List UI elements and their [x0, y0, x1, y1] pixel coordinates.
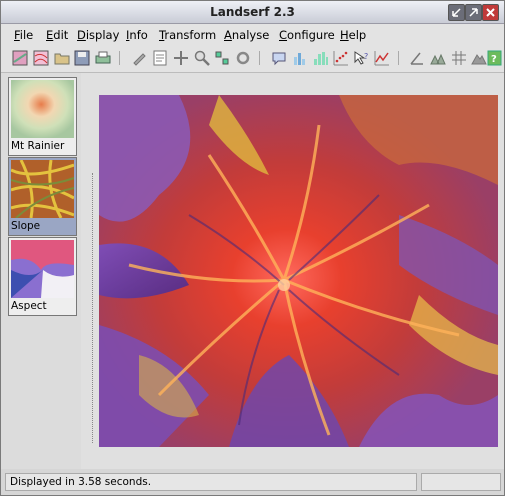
thumbnail-label: Aspect — [11, 300, 47, 312]
menu-analyse[interactable]: Analyse — [224, 28, 269, 42]
slope-thumbnail-image — [11, 160, 74, 218]
menu-help[interactable]: Help — [340, 28, 366, 42]
slope-aspect-map-image — [99, 95, 498, 447]
title-bar: Landserf 2.3 — [1, 1, 504, 24]
menu-info[interactable]: Info — [126, 28, 148, 42]
thumbnail-mt-rainier[interactable]: Mt Rainier — [8, 77, 77, 156]
panel-resize-handle[interactable] — [92, 173, 95, 443]
rotate-icon[interactable] — [234, 49, 252, 67]
menu-file[interactable]: File — [14, 28, 33, 42]
status-message: Displayed in 3.58 seconds. — [10, 476, 152, 488]
thumbnail-slope[interactable]: Slope — [8, 157, 77, 236]
toolbar-separator — [398, 51, 399, 65]
thumbnail-label: Slope — [11, 220, 41, 232]
query-icon[interactable]: ? — [352, 49, 370, 67]
svg-text:?: ? — [491, 54, 497, 65]
bar-chart-icon[interactable] — [291, 49, 309, 67]
grid-icon[interactable] — [450, 49, 468, 67]
toolbar-separator — [259, 51, 260, 65]
aspect-thumbnail-image — [11, 240, 74, 298]
zoom-fit-icon[interactable] — [213, 49, 231, 67]
close-button[interactable] — [482, 4, 499, 21]
scatter-plot-icon[interactable] — [332, 49, 350, 67]
status-secondary — [421, 473, 501, 491]
thumbnail-aspect[interactable]: Aspect — [8, 237, 77, 316]
status-bar: Displayed in 3.58 seconds. — [5, 473, 417, 491]
thumbnail-label: Mt Rainier — [11, 140, 65, 152]
thumbnail-panel: Mt Rainier Slope Aspect — [1, 73, 81, 469]
maximize-button[interactable] — [465, 4, 482, 21]
menu-display[interactable]: Display — [77, 28, 119, 42]
map-canvas[interactable] — [99, 95, 498, 447]
window-title: Landserf 2.3 — [210, 5, 295, 19]
cross-move-icon[interactable] — [172, 49, 190, 67]
menu-configure[interactable]: Configure — [279, 28, 335, 42]
line-graph-icon[interactable] — [373, 49, 391, 67]
save-icon[interactable] — [73, 49, 91, 67]
toolbar-separator — [119, 51, 120, 65]
menu-bar: File Edit Display Info Transform Analyse… — [1, 24, 504, 44]
new-raster-icon[interactable] — [11, 49, 29, 67]
toolbar: ? ? — [1, 44, 504, 73]
minimize-icon — [452, 8, 461, 17]
main-area: Mt Rainier Slope Aspect — [1, 73, 504, 469]
new-vector-icon[interactable] — [32, 49, 50, 67]
close-icon — [486, 8, 495, 17]
edit-text-icon[interactable] — [151, 49, 169, 67]
app-window: Landserf 2.3 File Edit Display Info Tran… — [0, 0, 505, 496]
menu-transform[interactable]: Transform — [159, 28, 216, 42]
zoom-icon[interactable] — [193, 49, 211, 67]
maximize-icon — [469, 8, 478, 17]
open-folder-icon[interactable] — [53, 49, 71, 67]
comment-icon[interactable] — [270, 49, 288, 67]
histogram-icon[interactable] — [312, 49, 330, 67]
svg-text:?: ? — [364, 52, 368, 61]
angle-icon[interactable] — [408, 49, 426, 67]
elevation-thumbnail-image — [11, 80, 74, 138]
menu-edit[interactable]: Edit — [46, 28, 68, 42]
edit-pencil-icon[interactable] — [130, 49, 148, 67]
print-icon[interactable] — [94, 49, 112, 67]
mountain-icon[interactable] — [470, 49, 488, 67]
help-icon[interactable]: ? — [487, 49, 502, 67]
triangles-icon[interactable] — [429, 49, 447, 67]
minimize-button[interactable] — [448, 4, 465, 21]
